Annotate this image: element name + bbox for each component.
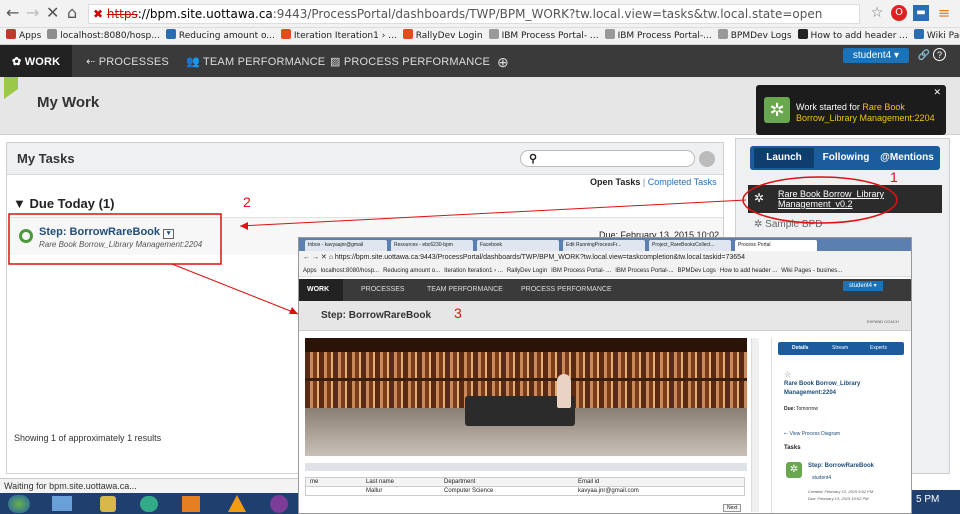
annotation-label-3: 3 xyxy=(454,305,462,321)
annotation-ellipse xyxy=(742,176,898,224)
annotation-arrow-2 xyxy=(171,263,299,315)
annotation-arrowhead-1 xyxy=(240,222,248,230)
annotation-label-1: 1 xyxy=(890,169,898,185)
annotation-box xyxy=(8,213,222,265)
annotation-label-2: 2 xyxy=(243,194,251,210)
annotation-layer xyxy=(8,176,898,315)
annotation-arrow-1 xyxy=(239,199,747,227)
